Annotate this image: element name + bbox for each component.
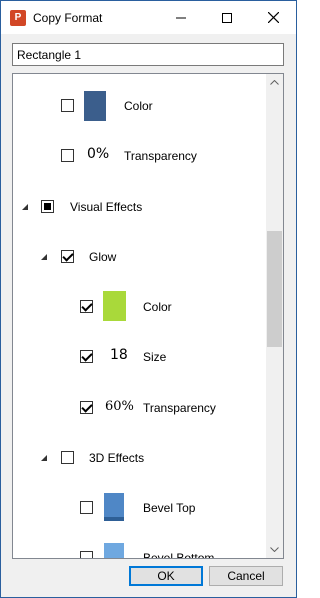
tree-item-label: Bevel Bottom <box>143 551 215 559</box>
copy-format-dialog: P Copy Format Color 0% Transparency <box>0 0 297 598</box>
vertical-scrollbar[interactable] <box>266 74 283 558</box>
tree-item-3d-effects[interactable]: 3D Effects <box>13 438 267 478</box>
tree-item-glow-size[interactable]: 18 Size <box>13 337 267 377</box>
bevel-bottom-swatch <box>104 543 124 558</box>
close-button[interactable] <box>250 1 296 34</box>
expanded-arrow-icon[interactable] <box>21 203 29 211</box>
tree-item-label: Transparency <box>124 149 197 163</box>
chevron-up-icon <box>270 80 279 85</box>
glow-size-checkbox[interactable] <box>80 350 93 363</box>
chevron-down-icon <box>270 547 279 552</box>
tree-item-label: Transparency <box>143 401 216 415</box>
3d-effects-checkbox[interactable] <box>61 451 74 464</box>
transparency-checkbox[interactable] <box>61 149 74 162</box>
tree-item-transparency[interactable]: 0% Transparency <box>13 136 267 176</box>
tree-item-glow-color[interactable]: Color <box>13 287 267 327</box>
color-checkbox[interactable] <box>61 99 74 112</box>
tree-item-visual-effects[interactable]: Visual Effects <box>13 187 267 227</box>
tree-item-label: Bevel Top <box>143 501 196 515</box>
tree-item-label: Color <box>143 300 172 314</box>
tree-item-label: Visual Effects <box>70 200 143 214</box>
tree-item-bevel-bottom[interactable]: Bevel Bottom <box>13 538 267 559</box>
cancel-button[interactable]: Cancel <box>209 566 283 586</box>
tree-item-label: Color <box>124 99 153 113</box>
tree-item-color[interactable]: Color <box>13 86 267 126</box>
tree-item-glow-transparency[interactable]: 60% Transparency <box>13 388 267 428</box>
scroll-down-button[interactable] <box>266 541 283 558</box>
visual-effects-checkbox[interactable] <box>41 200 54 213</box>
tree-item-label: Size <box>143 350 167 364</box>
bevel-bottom-checkbox[interactable] <box>80 551 93 558</box>
powerpoint-icon: P <box>10 10 26 26</box>
format-tree[interactable]: Color 0% Transparency Visual Effects Glo… <box>12 73 284 559</box>
close-icon <box>267 12 279 23</box>
glow-transparency-value: 60% <box>105 399 134 414</box>
title-bar[interactable]: P Copy Format <box>1 1 296 34</box>
glow-color-swatch <box>103 291 126 321</box>
expanded-arrow-icon[interactable] <box>40 454 48 462</box>
scroll-up-button[interactable] <box>266 74 283 91</box>
tree-item-label: Glow <box>89 250 117 264</box>
expanded-arrow-icon[interactable] <box>40 253 48 261</box>
scrollbar-thumb[interactable] <box>267 231 282 347</box>
tree-item-label: 3D Effects <box>89 451 145 465</box>
glow-color-checkbox[interactable] <box>80 300 93 313</box>
glow-size-value: 18 <box>110 347 128 363</box>
bevel-top-swatch <box>104 493 124 521</box>
minimize-icon <box>176 17 186 18</box>
color-swatch <box>84 91 106 121</box>
minimize-button[interactable] <box>158 1 204 34</box>
shape-name-field[interactable] <box>12 43 284 66</box>
maximize-icon <box>222 12 232 23</box>
ok-button[interactable]: OK <box>129 566 203 586</box>
transparency-value: 0% <box>87 146 110 162</box>
tree-item-glow[interactable]: Glow <box>13 237 267 277</box>
maximize-button[interactable] <box>204 1 250 34</box>
glow-transparency-checkbox[interactable] <box>80 401 93 414</box>
window-title: Copy Format <box>33 11 103 25</box>
tree-item-bevel-top[interactable]: Bevel Top <box>13 488 267 528</box>
bevel-top-checkbox[interactable] <box>80 501 93 514</box>
glow-checkbox[interactable] <box>61 250 74 263</box>
